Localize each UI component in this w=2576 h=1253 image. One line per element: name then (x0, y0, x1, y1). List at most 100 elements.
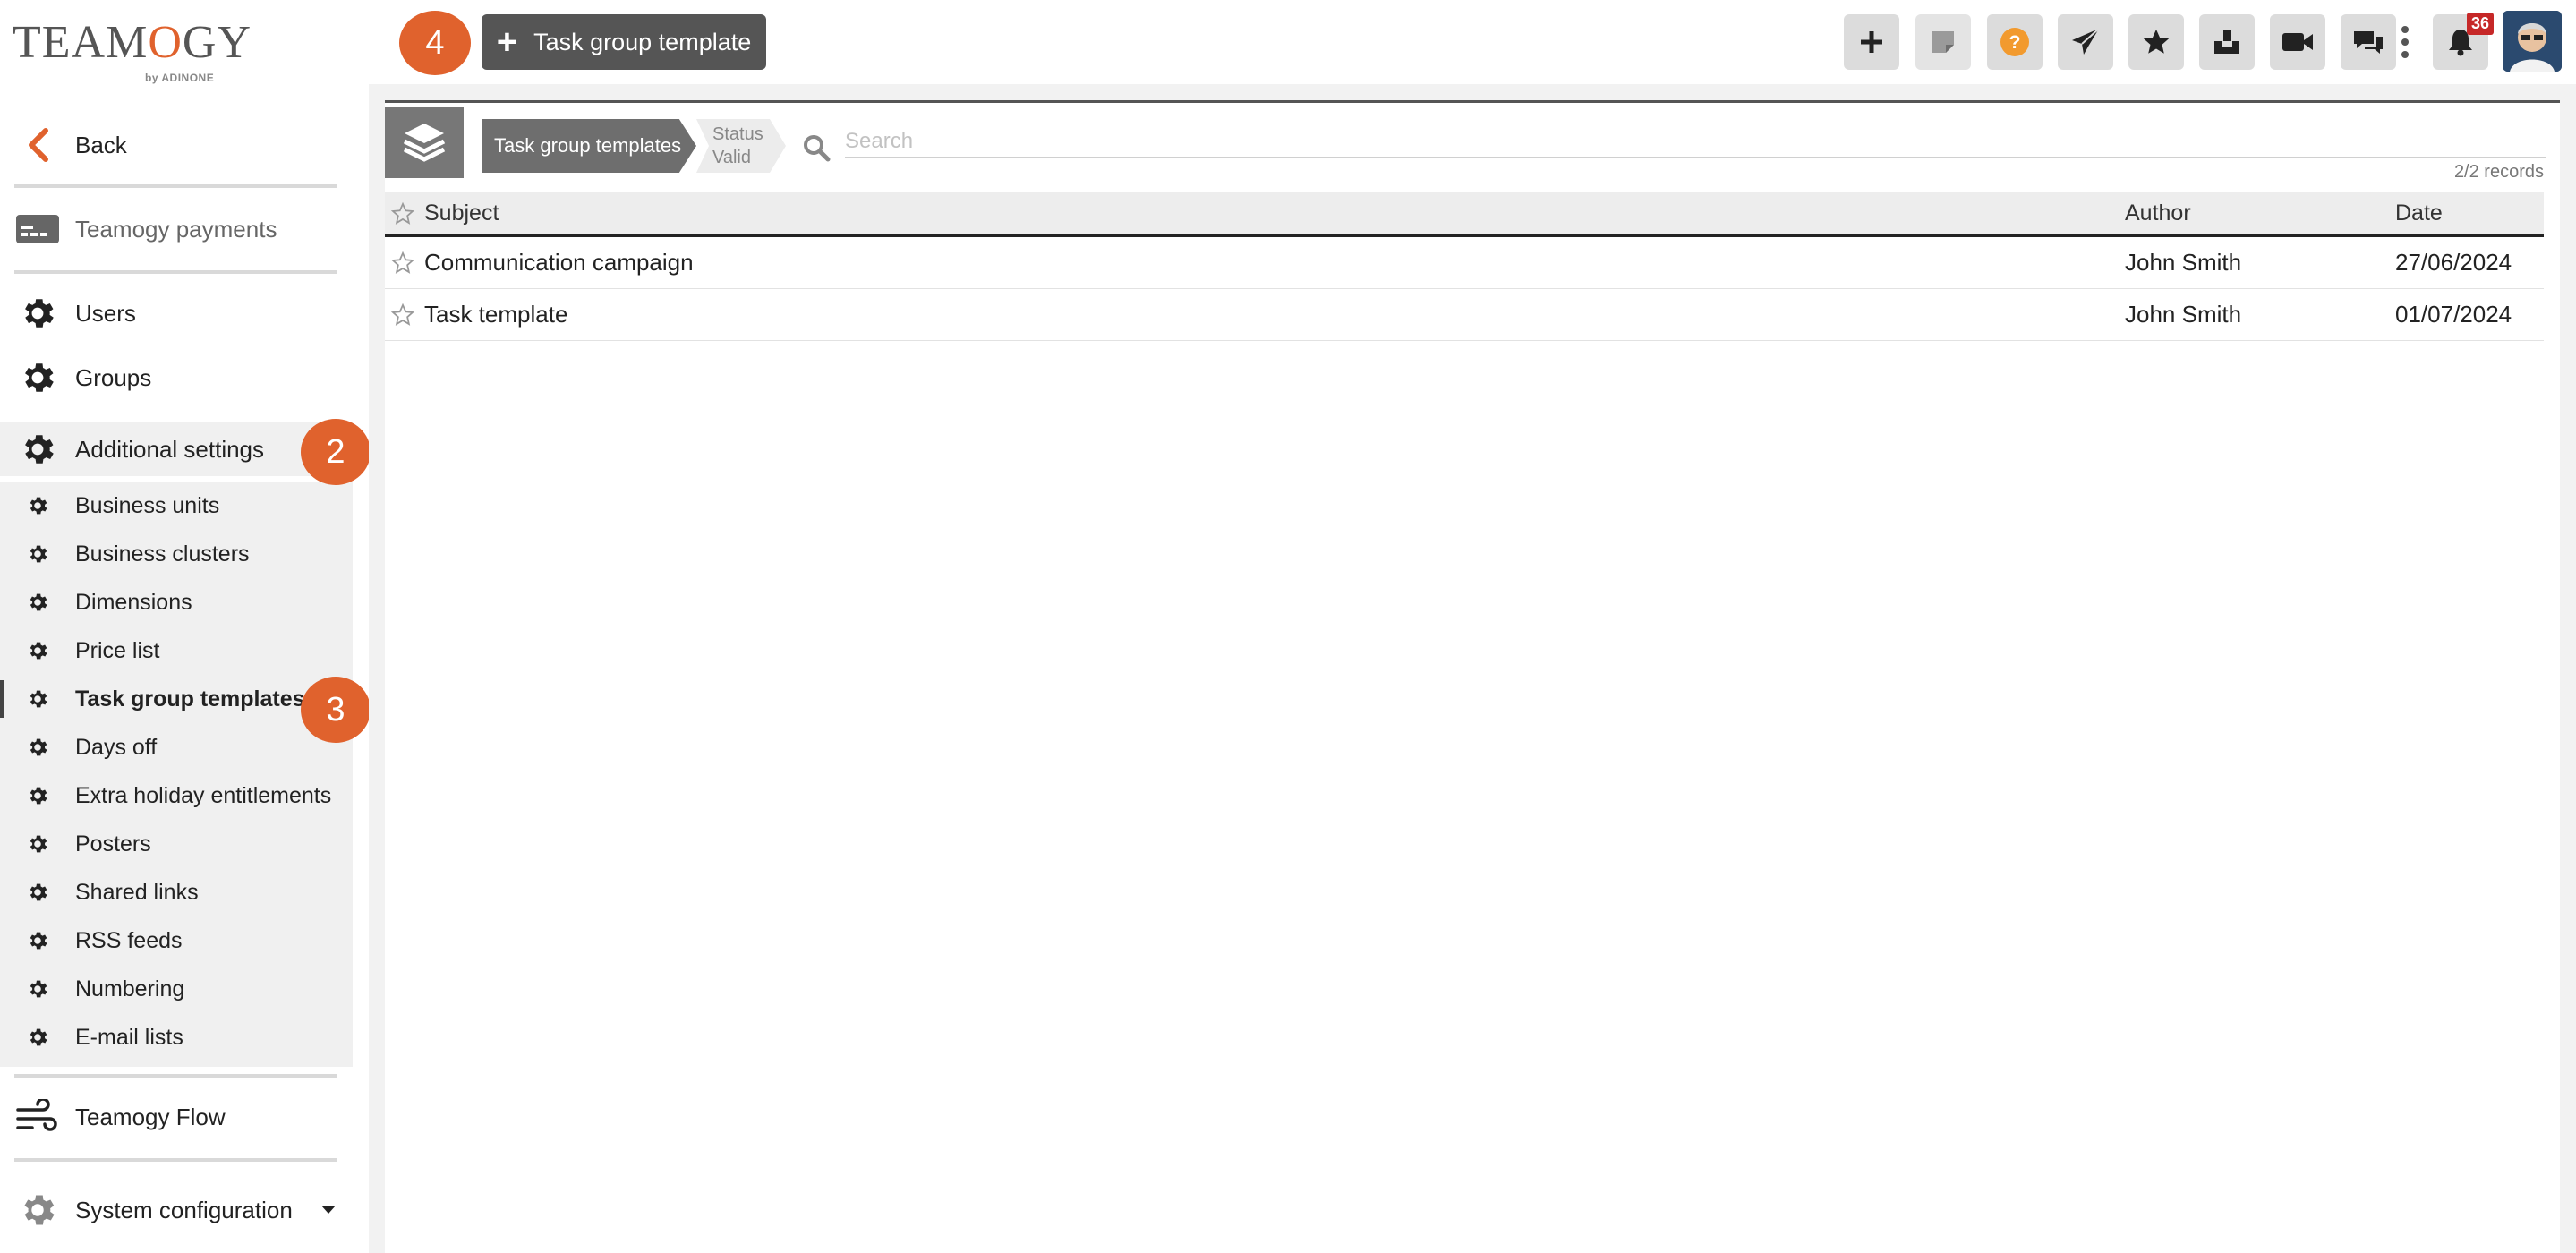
gear-icon (0, 1189, 75, 1231)
gear-icon (0, 784, 75, 807)
submenu-item-numbering[interactable]: Numbering (0, 965, 353, 1013)
payment-card-icon (0, 211, 75, 247)
gear-icon (0, 494, 75, 517)
sidebar-item-users[interactable]: Users (0, 286, 369, 340)
sidebar-item-label: Teamogy payments (75, 215, 277, 243)
submenu-item-label: RSS feeds (75, 927, 183, 953)
sidebar-item-label: Groups (75, 363, 152, 391)
add-task-group-template-button[interactable]: + Task group template (482, 14, 766, 70)
submenu-item-days-off[interactable]: Days off (0, 723, 353, 771)
submenu-item-shared-links[interactable]: Shared links (0, 868, 353, 916)
notifications-button[interactable]: 36 (2433, 13, 2494, 70)
chat-button[interactable] (2341, 14, 2396, 70)
column-header-subject[interactable]: Subject (424, 192, 499, 234)
sidebar-item-label: Additional settings (75, 435, 265, 463)
gear-icon (0, 977, 75, 1001)
submenu-item-label: Numbering (75, 976, 185, 1002)
sidebar-item-groups[interactable]: Groups (0, 351, 369, 405)
table-header: Subject Author Date (385, 192, 2544, 237)
sidebar-item-label: Users (75, 299, 136, 327)
sidebar-item-label: Teamogy Flow (75, 1103, 226, 1130)
teamogy-logo[interactable]: TEAMOGY by ADINONE (13, 13, 251, 88)
favorites-button[interactable] (2128, 14, 2184, 70)
column-header-date[interactable]: Date (2395, 192, 2443, 234)
sidebar-item-label: System configuration (75, 1196, 293, 1223)
search-icon[interactable] (802, 133, 831, 166)
video-icon (2282, 33, 2313, 51)
more-icon[interactable] (2401, 25, 2410, 64)
submenu-item-business-units[interactable]: Business units (0, 482, 353, 530)
star-outline-icon[interactable] (388, 237, 417, 288)
user-avatar[interactable] (2503, 11, 2562, 72)
submenu-item-label: Task group templates (75, 686, 305, 712)
logo-subtitle: by ADINONE (145, 72, 215, 84)
plus-icon (1861, 31, 1882, 53)
row-author: John Smith (2125, 301, 2242, 328)
row-date: 01/07/2024 (2395, 301, 2512, 328)
gear-icon (0, 639, 75, 662)
inbox-icon (2214, 30, 2239, 54)
star-outline-icon[interactable] (388, 289, 417, 340)
submenu-item-label: Dimensions (75, 589, 192, 615)
star-outline-icon[interactable] (388, 192, 417, 234)
submenu-item-extra-holiday-entitlements[interactable]: Extra holiday entitlements (0, 771, 353, 820)
search-input[interactable] (845, 126, 2546, 158)
step-badge: 4 (399, 11, 471, 75)
send-button[interactable] (2058, 14, 2113, 70)
submenu-item-label: Extra holiday entitlements (75, 782, 332, 808)
notes-button[interactable] (1915, 14, 1971, 70)
submenu-item-rss-feeds[interactable]: RSS feeds (0, 916, 353, 965)
layers-icon[interactable] (385, 107, 464, 178)
row-subject[interactable]: Task template (424, 289, 567, 340)
gear-icon (0, 736, 75, 759)
row-author: John Smith (2125, 249, 2242, 276)
table-row[interactable]: Communication campaign John Smith 27/06/… (385, 237, 2544, 289)
video-call-button[interactable] (2270, 14, 2325, 70)
column-header-author[interactable]: Author (2125, 192, 2191, 234)
sidebar-divider (14, 184, 337, 188)
gear-icon (0, 294, 75, 333)
submenu-item-label: Posters (75, 831, 151, 857)
records-count: 2/2 records (2453, 162, 2544, 182)
row-subject[interactable]: Communication campaign (424, 237, 694, 288)
status-filter-value: Valid (712, 148, 751, 167)
sidebar-item-additional-settings[interactable]: Additional settings (0, 422, 353, 476)
sidebar-item-teamogy-payments[interactable]: Teamogy payments (0, 202, 369, 256)
step-badge: 3 (301, 677, 371, 743)
submenu-item-task-group-templates[interactable]: Task group templates (0, 675, 353, 723)
templates-table: Subject Author Date Communication campai… (385, 192, 2544, 341)
submenu-item-label: Days off (75, 734, 158, 760)
status-filter-label: Status (712, 124, 763, 144)
back-button[interactable]: Back (0, 118, 369, 172)
submenu-item-price-list[interactable]: Price list (0, 626, 353, 675)
sidebar-divider (14, 1074, 337, 1078)
breadcrumb-status-filter[interactable]: Status Valid (696, 119, 786, 173)
submenu-item-posters[interactable]: Posters (0, 820, 353, 868)
sidebar-item-system-configuration[interactable]: System configuration (0, 1183, 369, 1237)
app-root: TEAMOGY by ADINONE Back Teamogy payments… (0, 0, 2576, 1253)
submenu-item-email-lists[interactable]: E-mail lists (0, 1013, 353, 1061)
add-button[interactable] (1844, 14, 1899, 70)
gear-icon (0, 832, 75, 856)
main-panel: Task group templates Status Valid 2/2 re… (385, 100, 2560, 1253)
submenu-item-label: Business units (75, 492, 220, 518)
help-icon: ? (2000, 28, 2029, 56)
chat-icon (2354, 31, 2383, 54)
submenu-item-business-clusters[interactable]: Business clusters (0, 530, 353, 578)
sidebar-item-teamogy-flow[interactable]: Teamogy Flow (0, 1090, 369, 1144)
notification-count-badge: 36 (2466, 13, 2494, 35)
sidebar-divider (14, 270, 337, 274)
wind-icon (0, 1099, 75, 1135)
plus-icon: + (496, 22, 518, 62)
gear-icon (0, 542, 75, 566)
breadcrumb-task-group-templates[interactable]: Task group templates (482, 119, 696, 173)
submenu-item-dimensions[interactable]: Dimensions (0, 578, 353, 626)
row-date: 27/06/2024 (2395, 249, 2512, 276)
inbox-button[interactable] (2199, 14, 2255, 70)
chevron-left-icon (0, 127, 75, 163)
step-badge: 2 (301, 419, 371, 485)
back-label: Back (75, 131, 127, 158)
help-button[interactable]: ? (1987, 14, 2043, 70)
submenu-item-label: Business clusters (75, 541, 250, 567)
table-row[interactable]: Task template John Smith 01/07/2024 (385, 289, 2544, 341)
